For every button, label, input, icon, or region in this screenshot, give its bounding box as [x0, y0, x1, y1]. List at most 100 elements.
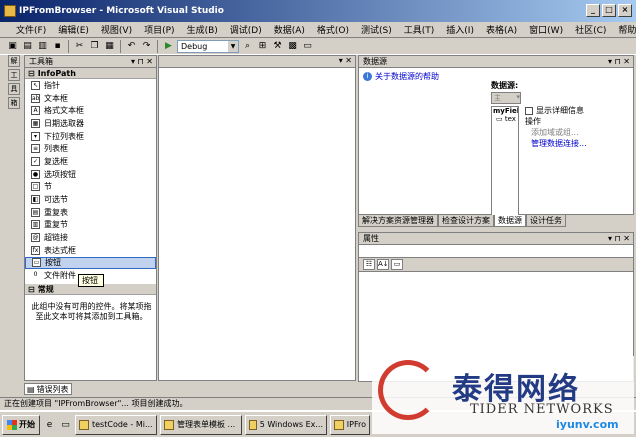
toolbox-item-button[interactable]: ▭ 按钮	[25, 256, 156, 270]
show-details-label: 显示详细信息	[536, 106, 584, 115]
paste-icon[interactable]: ▦	[103, 40, 116, 53]
add-item-icon[interactable]: ▤	[21, 40, 34, 53]
strip-tab-tool2[interactable]: 具	[8, 83, 20, 95]
datasource-combo[interactable]: 主 ▾	[491, 92, 521, 104]
tab-solution-explorer[interactable]: 解决方案资源管理器	[358, 215, 438, 227]
save-icon[interactable]: ▪	[51, 40, 64, 53]
taskbar-item[interactable]: testCode - Mi...	[75, 414, 157, 435]
open-icon[interactable]: ▥	[36, 40, 49, 53]
toolbox-item-hyperlink[interactable]: @ 超链接	[25, 231, 156, 244]
actions-label: 操作	[525, 117, 541, 126]
copy-icon[interactable]: ❐	[88, 40, 101, 53]
datasource-combo-value: 主	[494, 94, 501, 102]
toolbox-item-listbox[interactable]: ≡ 列表框	[25, 142, 156, 155]
toolbox-item-label: 下拉列表框	[44, 131, 84, 141]
more-icon[interactable]: ▭	[301, 40, 314, 53]
strip-tab-solution[interactable]: 解	[8, 55, 20, 67]
menu-data[interactable]: 数据(A)	[268, 23, 311, 36]
toolbox-item-pointer[interactable]: ↖ 指针	[25, 79, 156, 92]
ie-icon[interactable]: e	[43, 418, 56, 431]
manage-connections-link[interactable]: 管理数据连接...	[525, 138, 587, 149]
taskbar-item[interactable]: 管理表单模板 ...	[160, 414, 242, 435]
minimize-button[interactable]: _	[586, 4, 600, 17]
toolbox-item-expression[interactable]: fx 表达式框	[25, 244, 156, 257]
alphabetical-icon[interactable]: A↓	[377, 259, 389, 270]
app-icon	[4, 5, 16, 17]
design-surface[interactable]: ▾ ✕	[158, 55, 356, 381]
show-details-checkbox[interactable]: 显示详细信息	[525, 105, 584, 116]
solution-explorer-icon[interactable]: ⊞	[256, 40, 269, 53]
property-pages-icon[interactable]: ▭	[391, 259, 403, 270]
properties-object-combo[interactable]	[359, 245, 633, 258]
menu-project[interactable]: 项目(P)	[138, 23, 180, 36]
toolbox-item-repeating-table[interactable]: ▤ 重复表	[25, 206, 156, 219]
menu-insert[interactable]: 插入(I)	[440, 23, 480, 36]
redo-icon[interactable]: ↷	[140, 40, 153, 53]
panel-controls-icon[interactable]: ▾ ⊓ ✕	[608, 234, 630, 243]
toolbox-item-label: 重复表	[44, 207, 68, 217]
toolbox-item-radio[interactable]: ● 选项按钮	[25, 168, 156, 181]
datasource-help-link[interactable]: i 关于数据源的帮助	[363, 71, 439, 82]
config-combo[interactable]: Debug ▼	[177, 39, 239, 53]
toolbox-item-richtext[interactable]: A 格式文本框	[25, 104, 156, 117]
taskbar-item[interactable]: IPFro	[330, 414, 370, 435]
find-icon[interactable]: ⌕	[241, 40, 254, 53]
menu-edit[interactable]: 编辑(E)	[52, 23, 95, 36]
menu-table[interactable]: 表格(A)	[480, 23, 523, 36]
tree-child[interactable]: ▭ tex	[492, 115, 518, 123]
window-icon	[79, 419, 89, 430]
cut-icon[interactable]: ✂	[73, 40, 86, 53]
toolbox-item-date-picker[interactable]: ▦ 日期选取器	[25, 117, 156, 130]
menu-tools[interactable]: 工具(T)	[398, 23, 441, 36]
menu-view[interactable]: 视图(V)	[95, 23, 138, 36]
menu-test[interactable]: 测试(S)	[355, 23, 398, 36]
toolbox-item-section[interactable]: □ 节	[25, 181, 156, 194]
window-icon	[164, 419, 174, 430]
toolbox-section-infopath[interactable]: ⊟ InfoPath	[25, 68, 156, 79]
categorized-icon[interactable]: ☷	[363, 259, 375, 270]
collapse-icon: ⊟	[28, 284, 35, 294]
window-title-bar[interactable]: IPFromBrowser - Microsoft Visual Studio …	[0, 0, 636, 22]
undo-icon[interactable]: ↶	[125, 40, 138, 53]
menu-file[interactable]: 文件(F)	[10, 23, 52, 36]
datasource-tree[interactable]: myFiel ▭ tex	[491, 106, 519, 216]
toolbox-item-label: 日期选取器	[44, 118, 84, 128]
windows-logo-icon	[7, 419, 17, 430]
toolbox-icon[interactable]: ▩	[286, 40, 299, 53]
new-project-icon[interactable]: ▣	[6, 40, 19, 53]
toolbox-item-label: 节	[44, 182, 52, 192]
menu-window[interactable]: 窗口(W)	[523, 23, 569, 36]
strip-tab-tool[interactable]: 工	[8, 69, 20, 81]
menu-format[interactable]: 格式(O)	[311, 23, 355, 36]
toolbox-header: 工具箱 ▾ ⊓ ✕	[25, 56, 156, 68]
error-list-tab[interactable]: ▤ 错误列表	[24, 383, 72, 395]
start-button[interactable]: 开始	[2, 414, 40, 435]
strip-tab-box[interactable]: 箱	[8, 97, 20, 109]
close-button[interactable]: ×	[618, 4, 632, 17]
panel-controls-icon[interactable]: ▾ ⊓ ✕	[131, 57, 153, 66]
toolbox-item-checkbox[interactable]: ✓ 复选框	[25, 155, 156, 168]
radio-icon: ●	[31, 169, 40, 179]
tab-design-checker[interactable]: 检查设计方案	[438, 215, 494, 227]
toolbox-item-textbox[interactable]: ab 文本框	[25, 92, 156, 105]
toolbox-item-dropdown[interactable]: ▾ 下拉列表框	[25, 130, 156, 143]
watermark-logo-icon	[378, 360, 438, 420]
taskbar-item[interactable]: 5 Windows Ex...	[245, 414, 327, 435]
close-icon[interactable]: ▾ ✕	[339, 56, 352, 65]
add-field-link[interactable]: 添加域或组...	[525, 127, 587, 138]
toolbox-item-repeating-section[interactable]: ▥ 重复节	[25, 219, 156, 232]
panel-controls-icon[interactable]: ▾ ⊓ ✕	[608, 57, 630, 66]
datasource-actions: 操作 添加域或组... 管理数据连接...	[525, 116, 587, 149]
properties-icon[interactable]: ⚒	[271, 40, 284, 53]
start-debug-icon[interactable]: ▶	[162, 40, 175, 53]
menu-build[interactable]: 生成(B)	[181, 23, 224, 36]
tab-design-tasks[interactable]: 设计任务	[526, 215, 566, 227]
tree-root[interactable]: myFiel	[492, 107, 518, 115]
menu-help[interactable]: 帮助(H)	[612, 23, 636, 36]
toolbox-item-optional-section[interactable]: ◧ 可选节	[25, 193, 156, 206]
maximize-button[interactable]: □	[602, 4, 616, 17]
tab-datasource[interactable]: 数据源	[494, 215, 526, 227]
menu-community[interactable]: 社区(C)	[569, 23, 612, 36]
menu-debug[interactable]: 调试(D)	[224, 23, 268, 36]
show-desktop-icon[interactable]: ▭	[59, 418, 72, 431]
